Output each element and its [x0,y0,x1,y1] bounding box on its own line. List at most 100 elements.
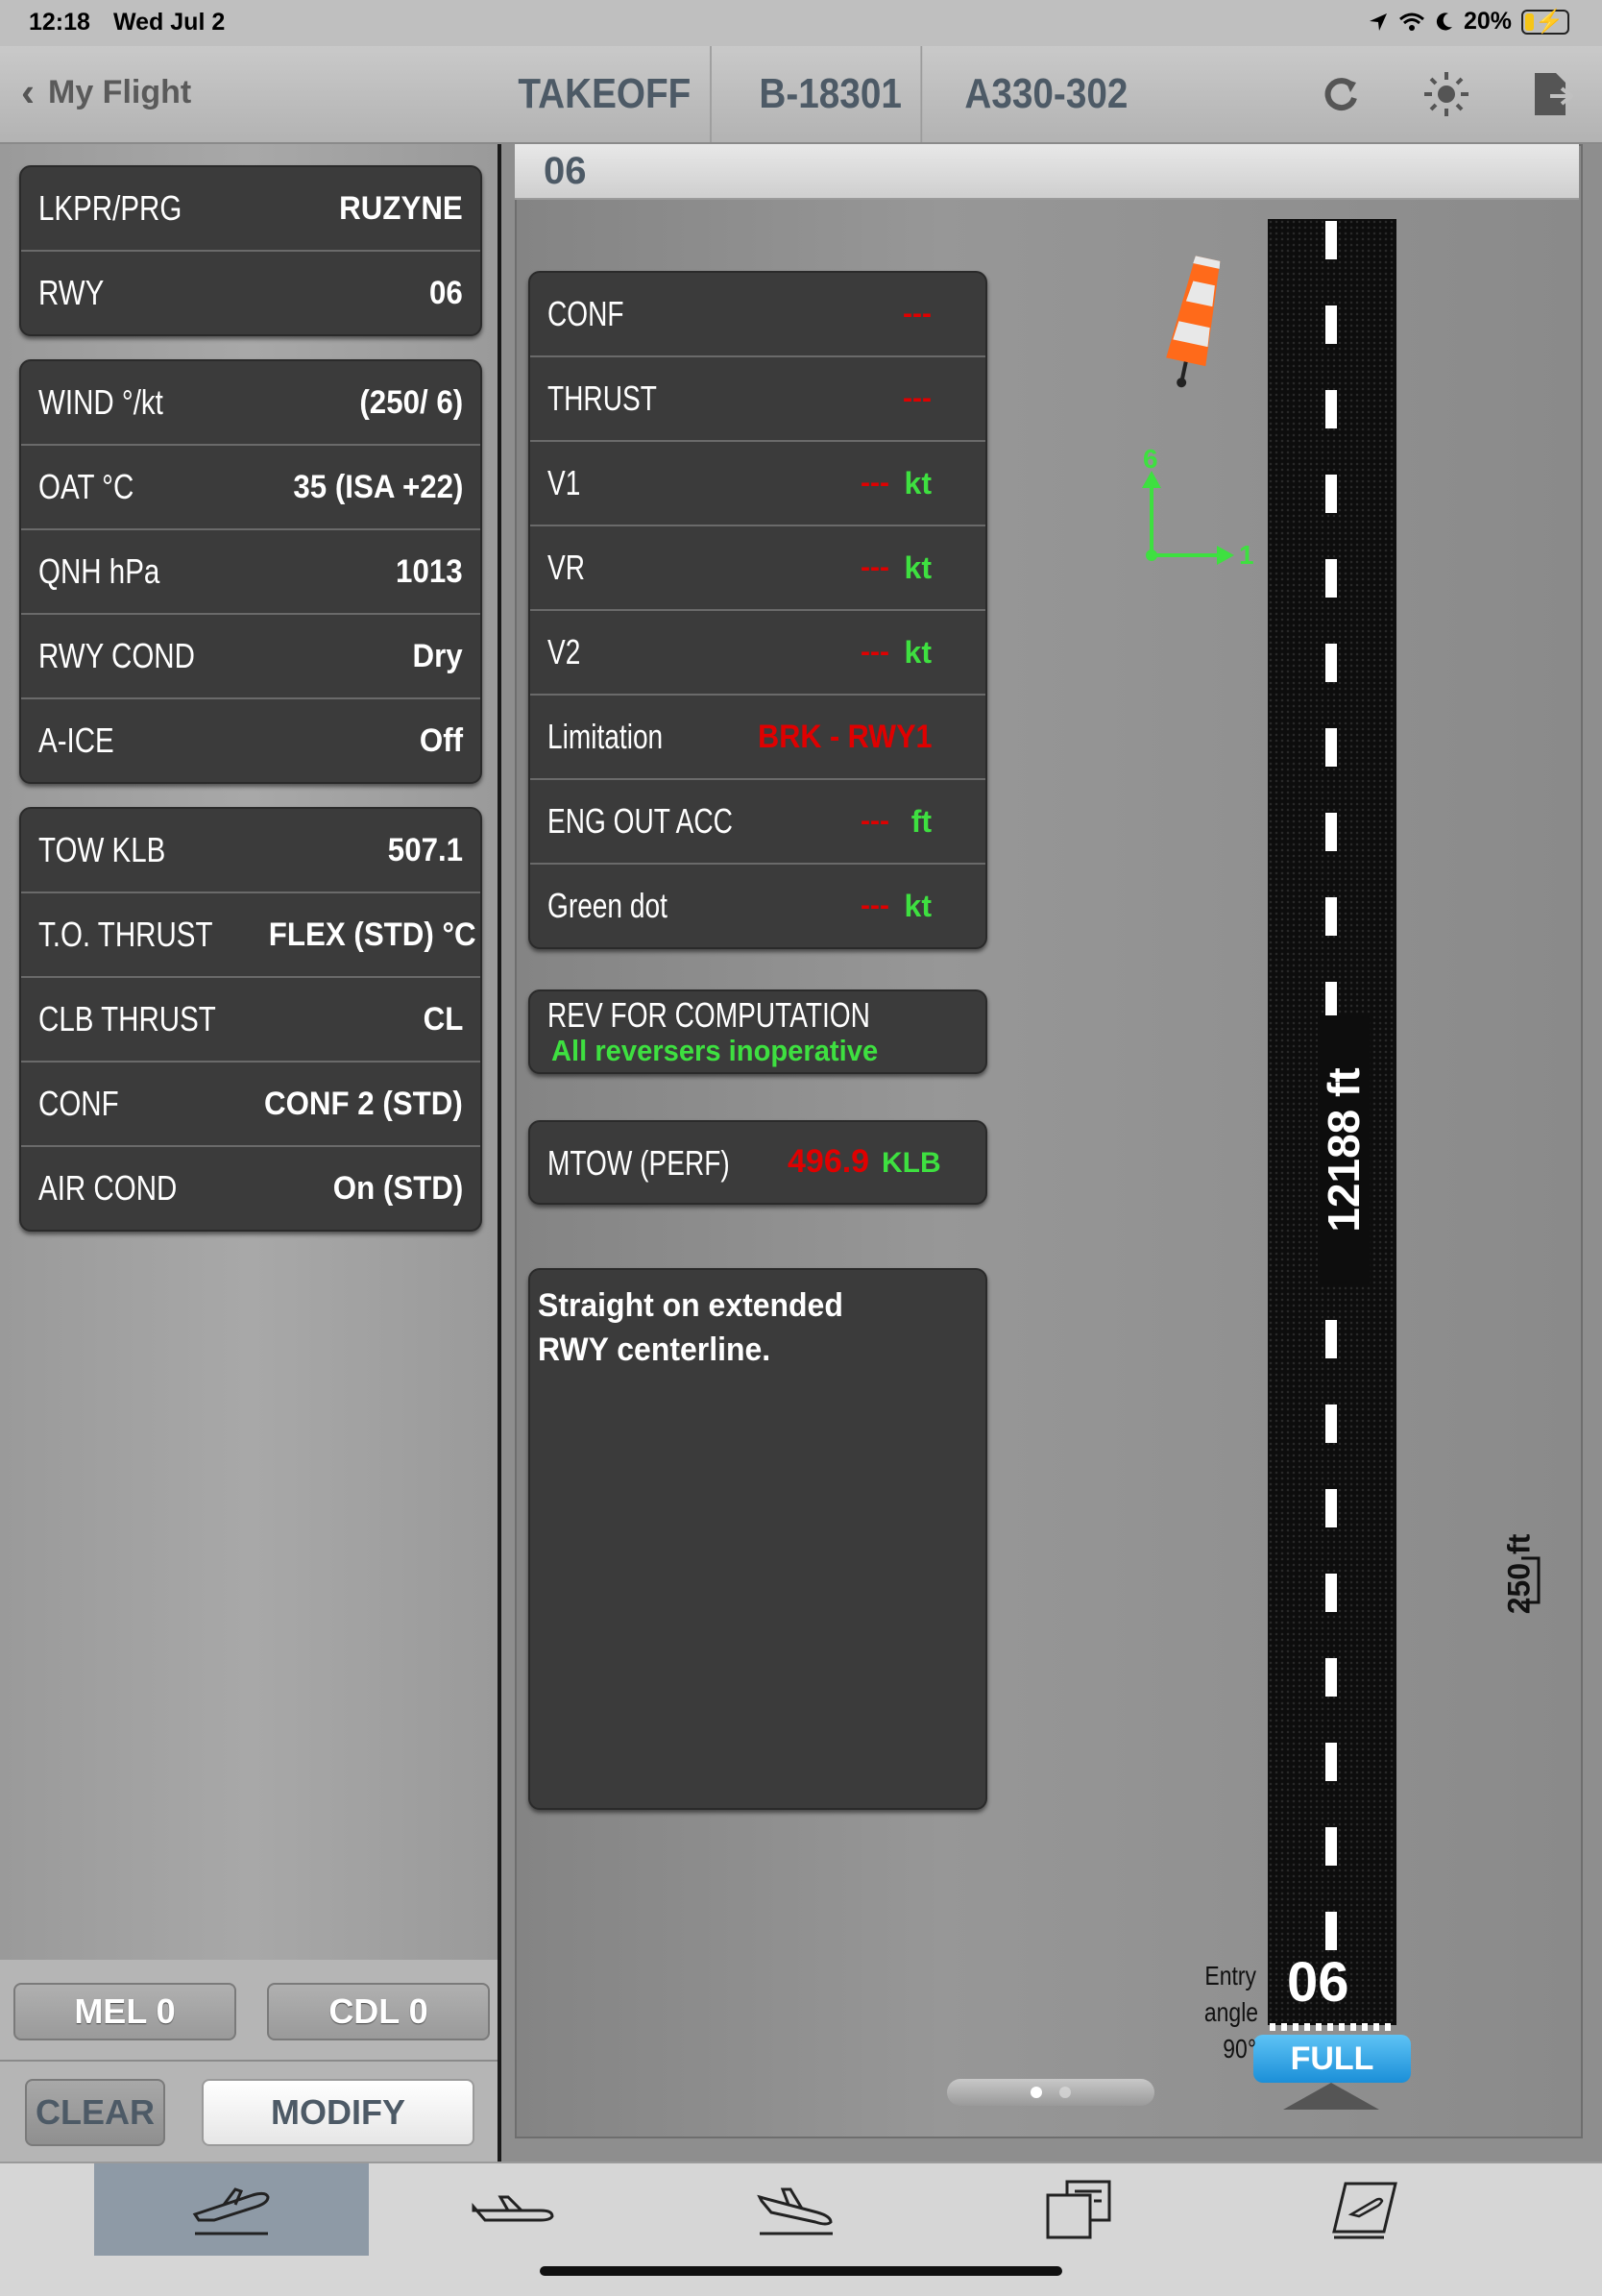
runway-length: 12188 ft [1318,1015,1370,1284]
result-label: Limitation [547,717,664,756]
result-value: --- [861,805,889,837]
centerline-dash [1325,1658,1337,1697]
clock: 12:18 [29,9,90,36]
mel-button[interactable]: MEL 0 [13,1983,236,2040]
result-unit: kt [904,888,932,923]
runway-label: RWY [38,273,105,312]
runway-condition-value: Dry [412,637,463,674]
air-cond-row[interactable]: AIR COND On (STD) [21,1147,480,1230]
runway-row[interactable]: RWY 06 [21,252,480,334]
qnh-label: QNH hPa [38,551,160,591]
runway-condition-label: RWY COND [38,636,195,675]
page-dot-active [1031,2087,1042,2098]
aircraft-group: TOW KLB 507.1 T.O. THRUST FLEX (STD) °C CL… [19,807,482,1232]
to-thrust-value: FLEX (STD) °C [269,916,476,953]
centerline-dash [1325,1743,1337,1781]
result-label: ENG OUT ACC [547,801,733,841]
conf-row[interactable]: CONF CONF 2 (STD) [21,1063,480,1147]
result-eng-out-acc: ENG OUT ACC --- ft [530,780,985,865]
entry-line: 90° [1223,2034,1256,2064]
mtow-unit: KLB [882,1147,941,1179]
entry-line: Entry [1204,1961,1256,1991]
anti-ice-row[interactable]: A-ICE Off [21,699,480,782]
result-value: --- [903,298,932,330]
windsock-icon [1166,256,1221,388]
chevron-left-icon: ‹ [21,69,35,114]
reverser-box[interactable]: REV FOR COMPUTATION All reversers inoper… [528,989,987,1074]
centerline-dash [1325,897,1337,936]
result-label: VR [547,548,586,587]
result-v1: V1 --- kt [530,442,985,526]
back-label: My Flight [48,73,192,110]
oat-row[interactable]: OAT °C 35 (ISA +22) [21,446,480,530]
result-value: --- [861,467,889,499]
reverser-title: REV FOR COMPUTATION [547,995,870,1035]
qnh-row[interactable]: QNH hPa 1013 [21,530,480,615]
centerline-dash [1325,1574,1337,1612]
modify-button[interactable]: MODIFY [202,2079,474,2146]
tab-landing[interactable] [659,2163,934,2256]
airport-group: LKPR/PRG RUZYNE RWY 06 [19,165,482,336]
result-limitation: Limitation BRK - RWY1 [530,696,985,780]
result-conf: CONF --- [530,273,985,357]
climb-thrust-value: CL [423,1000,463,1038]
refresh-icon[interactable] [1310,63,1371,125]
centerline-dash [1325,1827,1337,1866]
to-thrust-row[interactable]: T.O. THRUST FLEX (STD) °C [21,893,480,978]
result-green-dot: Green dot --- kt [530,865,985,947]
back-button[interactable]: ‹ My Flight [21,69,192,114]
result-label: THRUST [547,379,657,418]
airport-row[interactable]: LKPR/PRG RUZYNE [21,167,480,252]
full-length-button[interactable]: FULL [1253,2035,1411,2083]
home-indicator[interactable] [540,2266,1062,2276]
tab-documents[interactable] [941,2163,1216,2256]
centerline-dash [1325,559,1337,598]
export-icon[interactable] [1521,63,1583,125]
takeoff-icon [192,2187,270,2235]
runway-condition-row[interactable]: RWY COND Dry [21,615,480,699]
tow-row[interactable]: TOW KLB 507.1 [21,809,480,893]
clear-button[interactable]: CLEAR [25,2079,165,2146]
tab-cruise[interactable] [375,2163,649,2256]
takeoff-results: CONF --- THRUST --- V1 --- kt VR --- kt V2 --- k… [528,271,987,949]
climb-thrust-row[interactable]: CLB THRUST CL [21,978,480,1063]
to-thrust-label: T.O. THRUST [38,915,213,954]
result-thrust: THRUST --- [530,357,985,442]
tab-takeoff[interactable] [94,2163,369,2256]
result-value: --- [903,382,932,414]
results-header: 06 [515,144,1579,200]
centerline-dash [1325,390,1337,428]
wind-row[interactable]: WIND °/kt (250/ 6) [21,361,480,446]
battery-percent: 20% [1463,8,1512,35]
nav-actions [1310,63,1583,125]
location-icon [1369,12,1387,31]
climb-thrust-label: CLB THRUST [38,999,216,1038]
headwind-value: 6 [1143,444,1158,474]
navigation-bar: ‹ My Flight TAKEOFF B-18301 A330-302 [0,46,1602,144]
brightness-icon[interactable] [1416,63,1477,125]
status-icons: 20% ⚡ [1368,8,1569,36]
result-label: V1 [547,463,581,502]
reverser-status: All reversers inoperative [551,1034,879,1067]
flight-title: TAKEOFF B-18301 A330-302 [499,46,1175,142]
result-vr: VR --- kt [530,526,985,611]
date: Wed Jul 2 [113,9,226,36]
anti-ice-value: Off [419,721,463,759]
result-unit: ft [910,803,932,839]
threshold-markings [1270,2023,1395,2031]
centerline-dash [1325,475,1337,513]
page-indicator[interactable] [947,2079,1154,2106]
result-label: Green dot [547,886,668,925]
tab-logbook[interactable] [1227,2163,1502,2256]
runway-number: 06 [1287,1951,1349,2014]
moon-icon [1436,12,1452,30]
result-unit: kt [904,634,932,670]
centerline-dash [1325,982,1337,1020]
result-unit: kt [904,465,932,501]
conf-label: CONF [38,1084,119,1123]
result-v2: V2 --- kt [530,611,985,696]
cdl-button[interactable]: CDL 0 [267,1983,490,2040]
qnh-value: 1013 [396,552,463,590]
entry-angle: Entry angle 90° [1204,1958,1258,2067]
registration-title: B-18301 [740,46,922,142]
